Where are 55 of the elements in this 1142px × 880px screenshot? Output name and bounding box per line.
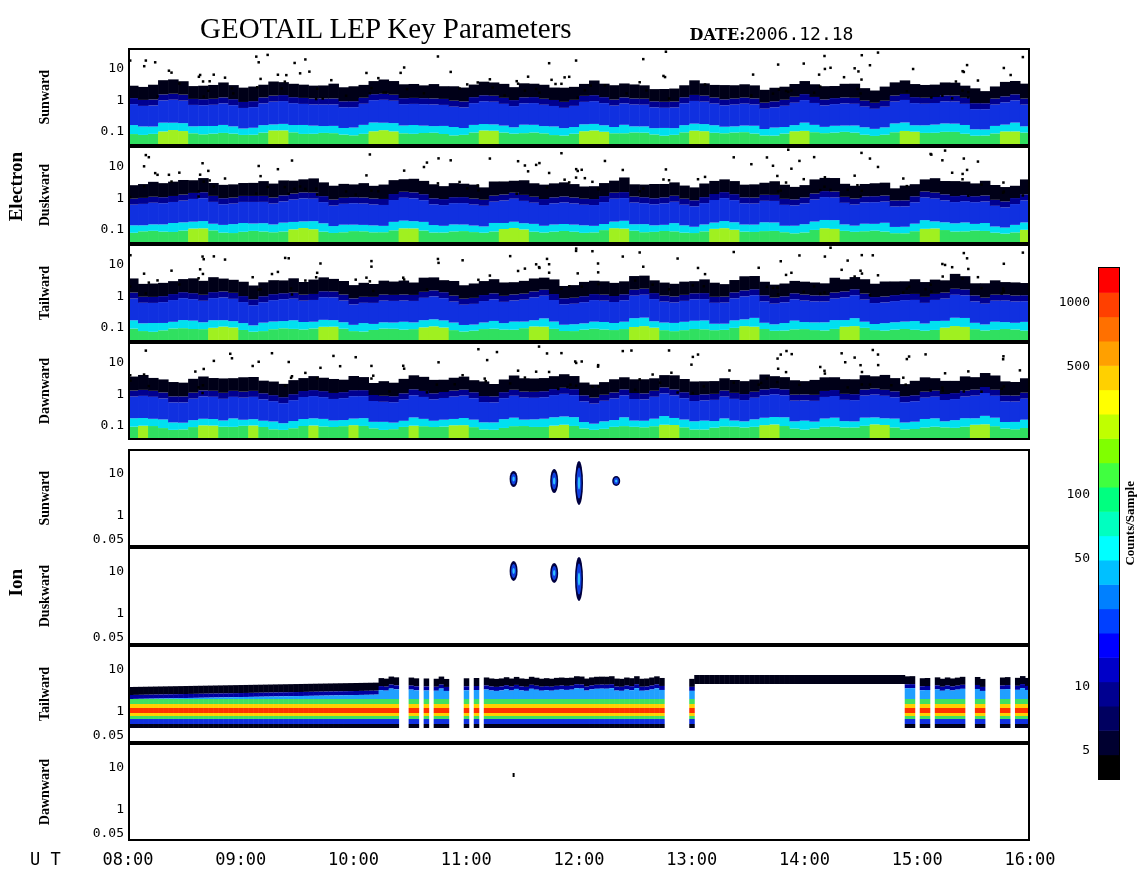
y-tick-label: 10 bbox=[108, 662, 124, 676]
chart-title: GEOTAIL LEP Key Parameters bbox=[200, 12, 572, 44]
x-tick-label: 10:00 bbox=[327, 849, 380, 869]
colorbar-tick-label: 50 bbox=[1074, 551, 1090, 565]
y-tick-label: 10 bbox=[108, 61, 124, 75]
panel-label: Tailward bbox=[37, 667, 53, 721]
y-tick-label: 10 bbox=[108, 257, 124, 271]
y-tick-label: 10 bbox=[108, 760, 124, 774]
x-tick-label: 15:00 bbox=[891, 849, 943, 869]
x-tick-label: 14:00 bbox=[778, 849, 831, 869]
y-tick-label: 1 bbox=[116, 606, 124, 620]
y-tick-label: 10 bbox=[108, 466, 124, 480]
y-tick-label: 1 bbox=[116, 191, 124, 205]
y-tick-label: 0.1 bbox=[100, 222, 124, 236]
x-tick-label: 08:00 bbox=[102, 849, 154, 869]
y-tick-label: 0.1 bbox=[100, 418, 124, 432]
spectrogram-data bbox=[512, 773, 515, 777]
date-label: DATE: bbox=[689, 25, 746, 44]
colorbar-tick-label: 500 bbox=[1066, 359, 1090, 373]
panel-label: Sunward bbox=[37, 69, 53, 125]
y-tick-label: 1 bbox=[116, 93, 124, 107]
y-tick-label: 0.1 bbox=[100, 124, 124, 138]
y-tick-label: 0.05 bbox=[92, 826, 124, 840]
panel-label: Dawnward bbox=[37, 357, 53, 425]
y-tick-label: 10 bbox=[108, 564, 124, 578]
y-tick-label: 1 bbox=[116, 802, 124, 816]
group-label: Ion bbox=[5, 569, 27, 597]
y-tick-label: 0.05 bbox=[92, 728, 124, 742]
date-value: 2006.12.18 bbox=[745, 23, 854, 44]
y-tick-label: 10 bbox=[108, 355, 124, 369]
colorbar-tick-label: 1000 bbox=[1058, 295, 1090, 309]
y-tick-label: 1 bbox=[116, 704, 124, 718]
panel-label: Duskward bbox=[37, 163, 53, 227]
panel-label: Duskward bbox=[37, 564, 53, 628]
x-tick-label: 16:00 bbox=[1004, 849, 1056, 869]
y-tick-label: 1 bbox=[116, 387, 124, 401]
y-tick-label: 0.05 bbox=[92, 630, 124, 644]
y-tick-label: 1 bbox=[116, 289, 124, 303]
colorbar-tick-label: 5 bbox=[1082, 743, 1090, 757]
y-tick-label: 0.1 bbox=[100, 320, 124, 334]
x-axis-label: U T bbox=[30, 849, 61, 869]
colorbar-tick-label: 100 bbox=[1066, 487, 1090, 501]
colorbar-tick-label: 10 bbox=[1074, 679, 1090, 693]
x-tick-label: 11:00 bbox=[440, 849, 492, 869]
panel-label: Dawnward bbox=[37, 758, 53, 826]
x-tick-label: 12:00 bbox=[553, 849, 605, 869]
panel-label: Sunward bbox=[37, 470, 53, 526]
panel-label: Tailward bbox=[37, 266, 53, 320]
x-tick-label: 13:00 bbox=[666, 849, 718, 869]
y-tick-label: 1 bbox=[116, 508, 124, 522]
colorbar-label: Counts/Sample bbox=[1122, 481, 1138, 566]
x-tick-label: 09:00 bbox=[215, 849, 267, 869]
y-tick-label: 10 bbox=[108, 159, 124, 173]
y-tick-label: 0.05 bbox=[92, 532, 124, 546]
group-label: Electron bbox=[5, 152, 27, 222]
